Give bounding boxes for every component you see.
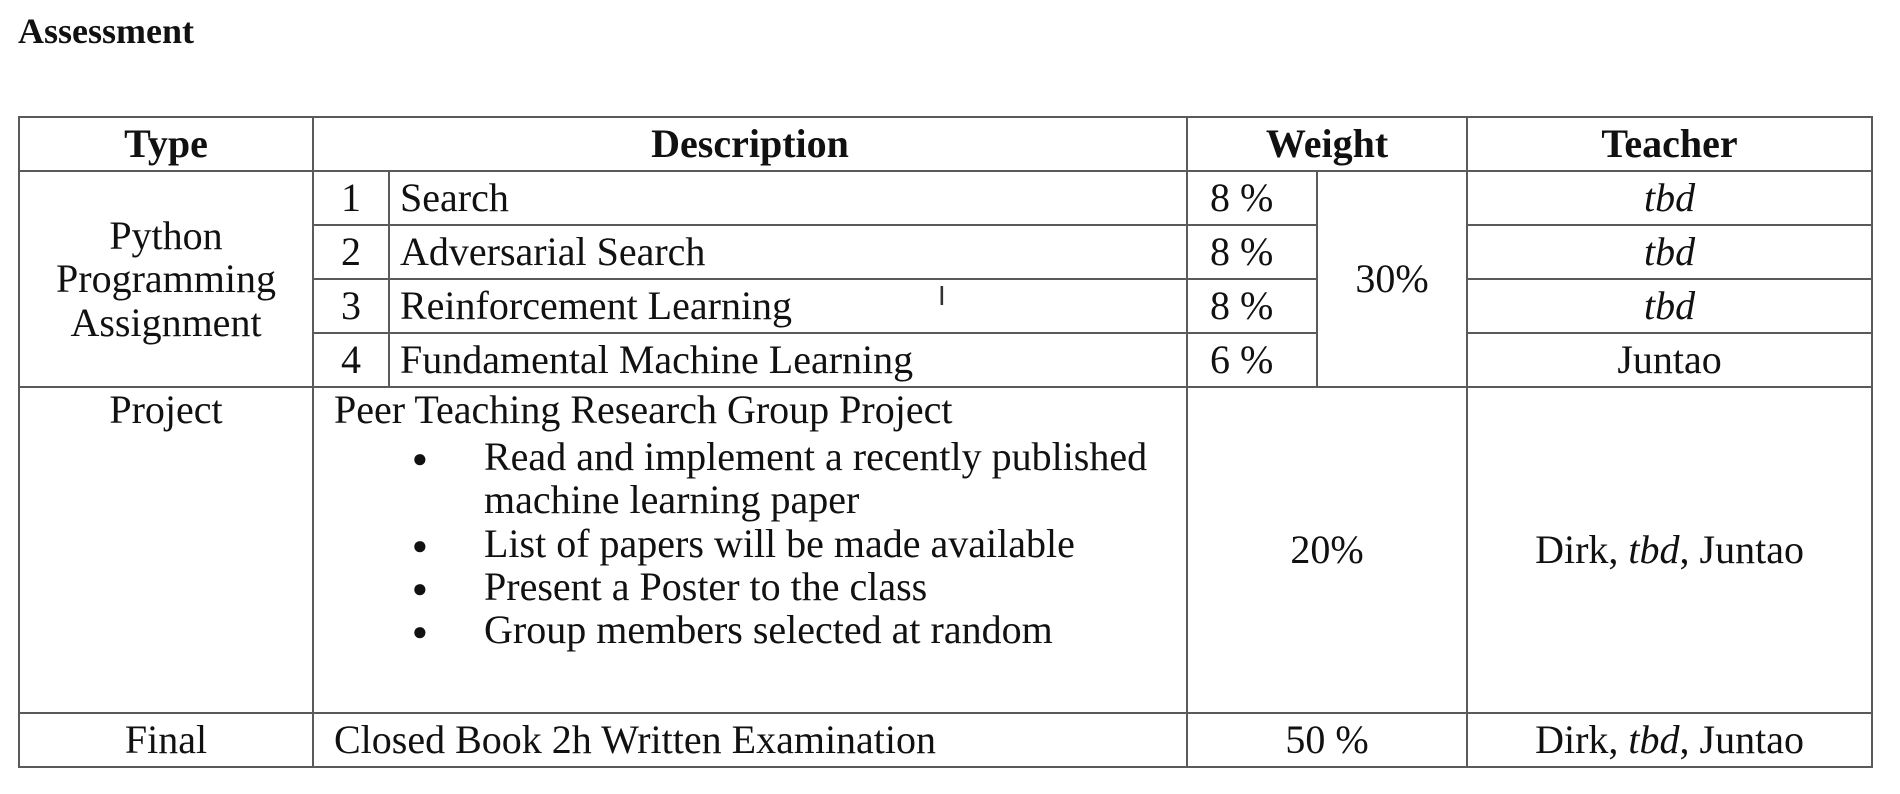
header-row: Type Description Weight Teacher: [18, 116, 1874, 172]
project-description-cell: Peer Teaching Research Group Project Rea…: [311, 386, 1189, 714]
project-weight: 20%: [1186, 386, 1469, 714]
header-teacher: Teacher: [1466, 116, 1874, 172]
header-weight: Weight: [1186, 116, 1469, 172]
row-number: 3: [312, 278, 390, 334]
row-number: 1: [312, 170, 390, 226]
assessment-table: Type Description Weight Teacher Python P…: [18, 116, 1874, 768]
row-teacher: Juntao: [1466, 332, 1874, 388]
final-row: Final Closed Book 2h Written Examination…: [18, 712, 1874, 768]
project-row: Project Peer Teaching Research Group Pro…: [18, 386, 1874, 714]
section-heading: Assessment: [18, 11, 194, 51]
row-description: Reinforcement Learning: [387, 278, 1189, 334]
final-type-cell: Final: [18, 712, 314, 768]
project-type-cell: Project: [18, 386, 314, 714]
python-type-cell: Python Programming Assignment: [18, 170, 314, 388]
project-teacher: Dirk, tbd, Juntao: [1466, 386, 1874, 714]
row-teacher: tbd: [1466, 170, 1874, 226]
project-bullet-list: Read and implement a recently published …: [334, 435, 1176, 651]
row-description: Fundamental Machine Learning: [387, 332, 1189, 388]
final-teacher: Dirk, tbd, Juntao: [1466, 712, 1874, 768]
row-number: 4: [312, 332, 390, 388]
row-weight: 8 %: [1186, 278, 1319, 334]
row-teacher: tbd: [1466, 224, 1874, 280]
table-row: Python Programming Assignment 1 Search 8…: [18, 170, 1874, 388]
list-item: Group members selected at random: [334, 608, 1176, 651]
list-item: List of papers will be made available: [334, 521, 1176, 564]
row-description: Search: [387, 170, 1189, 226]
final-description: Closed Book 2h Written Examination: [311, 712, 1189, 768]
project-title: Peer Teaching Research Group Project: [334, 387, 953, 432]
row-number: 2: [312, 224, 390, 280]
text-cursor-icon: I: [938, 282, 946, 312]
header-description: Description: [311, 116, 1189, 172]
row-weight: 8 %: [1186, 170, 1319, 226]
list-item: Read and implement a recently published …: [334, 435, 1176, 522]
row-weight: 8 %: [1186, 224, 1319, 280]
row-teacher: tbd: [1466, 278, 1874, 334]
final-weight: 50 %: [1186, 712, 1469, 768]
header-type: Type: [18, 116, 314, 172]
list-item: Present a Poster to the class: [334, 565, 1176, 608]
row-description: Adversarial Search: [387, 224, 1189, 280]
python-group-weight: 30%: [1316, 170, 1469, 388]
row-weight: 6 %: [1186, 332, 1319, 388]
